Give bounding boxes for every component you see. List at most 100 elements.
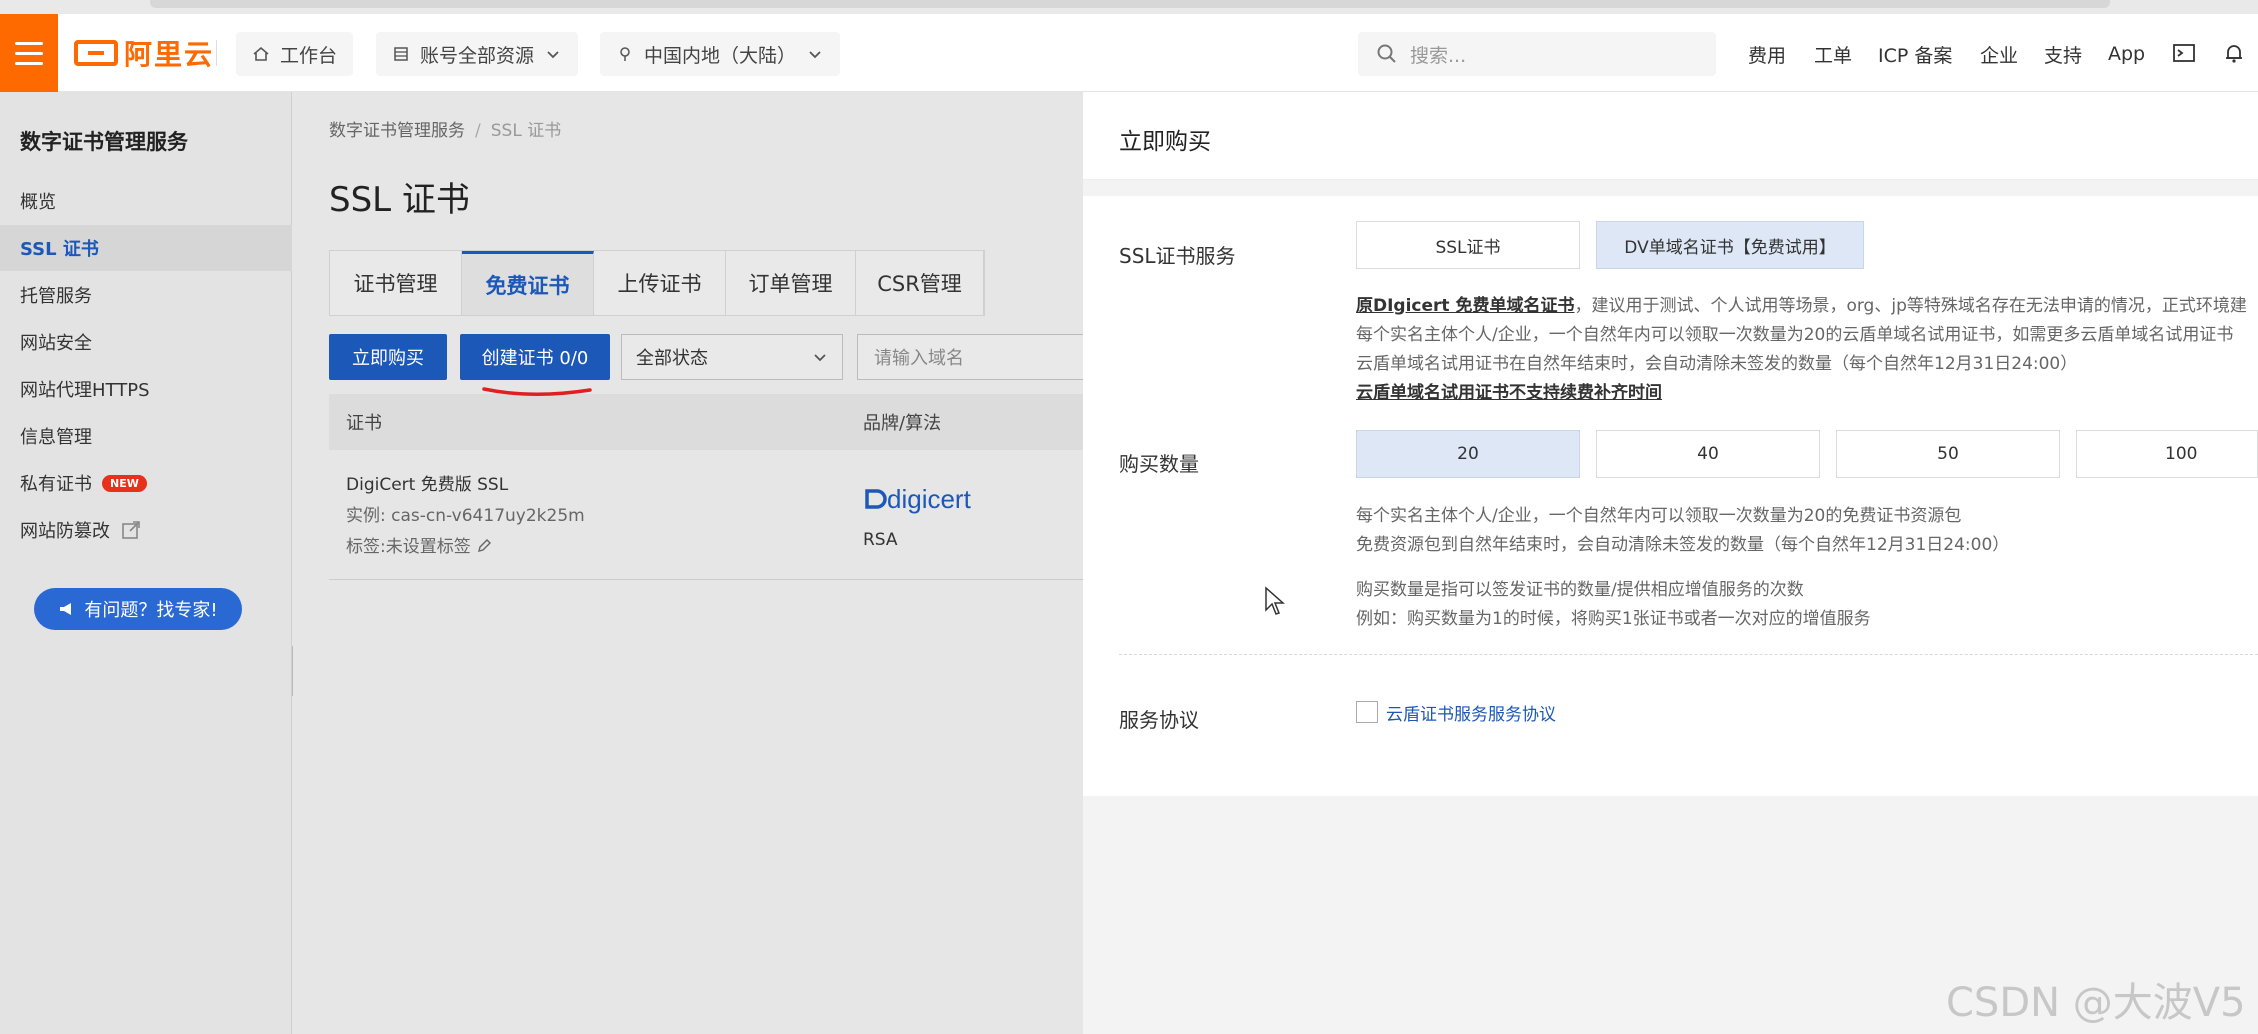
logo-mark-icon [74, 40, 118, 66]
agreement-link[interactable]: 云盾证书服务服务协议 [1386, 700, 1556, 725]
drawer-body: SSL证书服务 SSL证书 DV单域名证书【免费试用】 原DIgicert 免费… [1083, 196, 2258, 796]
bell-icon[interactable] [2222, 41, 2246, 65]
quantity-option-100[interactable]: 100 [2076, 430, 2258, 478]
quantity-option-40[interactable]: 40 [1596, 430, 1820, 478]
sidebar-item-label: 私有证书 [20, 474, 92, 495]
cert-name: DigiCert 免费版 SSL [346, 475, 509, 495]
sidebar-item-label: 概览 [20, 192, 56, 213]
location-icon [620, 47, 630, 61]
sidebar-item-hosting[interactable]: 托管服务 [0, 272, 292, 318]
sidebar-item-overview[interactable]: 概览 [0, 178, 292, 224]
domain-search-input[interactable]: 请输入域名 [857, 334, 1087, 380]
agreement-checkbox[interactable] [1356, 701, 1378, 723]
service-note-line1: 原DIgicert 免费单域名证书，建议用于测试、个人试用等场景，org、jp等… [1356, 292, 2247, 321]
browser-strip [0, 0, 2258, 14]
edit-icon[interactable] [476, 538, 492, 554]
nav-link-enterprise[interactable]: 企业 [1980, 41, 2018, 68]
home-icon [253, 46, 269, 61]
chevron-down-icon [547, 51, 559, 59]
workbench-button[interactable]: 工作台 [236, 32, 354, 76]
quantity-label: 购买数量 [1119, 452, 1199, 476]
tab-upload-cert[interactable]: 上传证书 [594, 251, 726, 315]
nav-link-support[interactable]: 支持 [2044, 41, 2082, 68]
domain-input-placeholder: 请输入域名 [874, 348, 964, 369]
sidebar-item-private-cert[interactable]: 私有证书 NEW [0, 460, 292, 506]
top-navigation: 阿里云 工作台 账号全部资源 中国内地（大陆） 搜索... 费用 工单 ICP … [0, 14, 2258, 92]
sidebar-item-label: 网站防篡改 [20, 521, 110, 542]
sidebar-item-site-security[interactable]: 网站安全 [0, 319, 292, 365]
service-label: SSL证书服务 [1119, 244, 1236, 268]
service-note-line2: 每个实名主体个人/企业，一个自然年内可以领取一次数量为20的云盾单域名试用证书，… [1356, 325, 2234, 345]
ask-expert-label: 有问题？找专家! [84, 600, 218, 621]
option-dv-single-domain[interactable]: DV单域名证书【免费试用】 [1596, 221, 1864, 269]
tab-orders[interactable]: 订单管理 [726, 251, 856, 315]
logo-text: 阿里云 [124, 38, 215, 71]
nav-link-tickets[interactable]: 工单 [1814, 41, 1852, 68]
ask-expert-button[interactable]: 有问题？找专家! [34, 588, 242, 630]
section-divider [1119, 654, 2258, 655]
digicert-logo: digicert [863, 484, 971, 515]
quantity-note-2: 购买数量是指可以签发证书的数量/提供相应增值服务的次数 例如：购买数量为1的时候… [1356, 576, 1871, 634]
sidebar-item-label: 网站代理HTTPS [20, 380, 150, 401]
quantity-option-50[interactable]: 50 [1836, 430, 2060, 478]
tab-csr[interactable]: CSR管理 [856, 251, 984, 315]
sidebar-item-label: 信息管理 [20, 427, 92, 448]
status-select-value: 全部状态 [636, 348, 708, 369]
breadcrumb-current: SSL 证书 [490, 121, 562, 141]
quantity-note-line1: 每个实名主体个人/企业，一个自然年内可以领取一次数量为20的免费证书资源包 [1356, 506, 1962, 526]
sidebar-item-proxy-https[interactable]: 网站代理HTTPS [0, 366, 292, 412]
search-icon [1377, 44, 1396, 63]
breadcrumb-item[interactable]: 数字证书管理服务 [329, 121, 465, 141]
table-header: 证书 品牌/算法 [329, 394, 1089, 450]
option-ssl-cert[interactable]: SSL证书 [1356, 221, 1580, 269]
search-input[interactable]: 搜索... [1358, 32, 1716, 76]
sidebar-item-info[interactable]: 信息管理 [0, 413, 292, 459]
drawer-header: 立即购买 [1083, 92, 2258, 180]
quantity-option-20[interactable]: 20 [1356, 430, 1580, 478]
nav-link-app[interactable]: App [2108, 43, 2145, 65]
col-header-brand: 品牌/算法 [863, 413, 942, 434]
region-dropdown[interactable]: 中国内地（大陆） [600, 32, 841, 76]
digicert-mark-icon [865, 489, 887, 509]
region-label: 中国内地（大陆） [644, 44, 797, 67]
sidebar-item-label: 托管服务 [20, 286, 92, 307]
mouse-cursor-icon [1265, 586, 1285, 615]
table-row: DigiCert 免费版 SSL 实例: cas-cn-v6417uy2k25m… [329, 450, 1089, 580]
algorithm: RSA [863, 530, 898, 550]
service-note: 原DIgicert 免费单域名证书，建议用于测试、个人试用等场景，org、jp等… [1356, 292, 2247, 408]
create-cert-button[interactable]: 创建证书 0/0 [460, 334, 610, 380]
sidebar-item-label: SSL 证书 [20, 239, 99, 260]
external-link-icon [122, 521, 140, 539]
service-note-line1-rest: ，建议用于测试、个人试用等场景，org、jp等特殊域名存在无法申请的情况，正式环… [1574, 296, 2247, 316]
nav-link-fees[interactable]: 费用 [1748, 41, 1786, 68]
browser-strip-bar [150, 0, 2110, 8]
list-icon [394, 47, 408, 61]
cert-tag-text: 标签:未设置标签 [346, 537, 471, 557]
quantity-note-1: 每个实名主体个人/企业，一个自然年内可以领取一次数量为20的免费证书资源包 免费… [1356, 502, 2009, 560]
search-placeholder: 搜索... [1410, 44, 1467, 67]
tab-cert-management[interactable]: 证书管理 [330, 251, 462, 315]
terminal-icon[interactable] [2172, 41, 2196, 65]
main-content: 数字证书管理服务 / SSL 证书 SSL 证书 证书管理 免费证书 上传证书 订单… [293, 92, 1089, 1034]
aliyun-logo[interactable]: 阿里云 [74, 36, 215, 71]
agreement-label: 服务协议 [1119, 708, 1199, 732]
sidebar-item-label: 网站安全 [20, 333, 92, 354]
buy-now-button[interactable]: 立即购买 [329, 334, 447, 380]
cert-tag: 标签:未设置标签 [346, 532, 585, 563]
menu-icon[interactable] [0, 14, 58, 92]
nav-link-icp[interactable]: ICP 备案 [1878, 41, 1952, 68]
status-select[interactable]: 全部状态 [621, 334, 843, 380]
purchase-drawer: 立即购买 SSL证书服务 SSL证书 DV单域名证书【免费试用】 原DIgice… [1083, 92, 2258, 1034]
sidebar-item-tamper[interactable]: 网站防篡改 [0, 507, 292, 553]
workbench-label: 工作台 [280, 44, 338, 67]
quantity-note-line3: 购买数量是指可以签发证书的数量/提供相应增值服务的次数 [1356, 580, 1804, 600]
account-resources-dropdown[interactable]: 账号全部资源 [376, 32, 579, 76]
sidebar-item-ssl[interactable]: SSL 证书 [0, 225, 292, 271]
tab-free-cert[interactable]: 免费证书 [462, 251, 594, 315]
new-badge: NEW [102, 474, 147, 492]
service-note-bold: 原DIgicert 免费单域名证书 [1356, 296, 1575, 316]
cert-instance: 实例: cas-cn-v6417uy2k25m [346, 506, 585, 526]
megaphone-icon [60, 603, 72, 615]
page-title: SSL 证书 [329, 180, 470, 220]
chevron-down-icon [809, 51, 821, 59]
